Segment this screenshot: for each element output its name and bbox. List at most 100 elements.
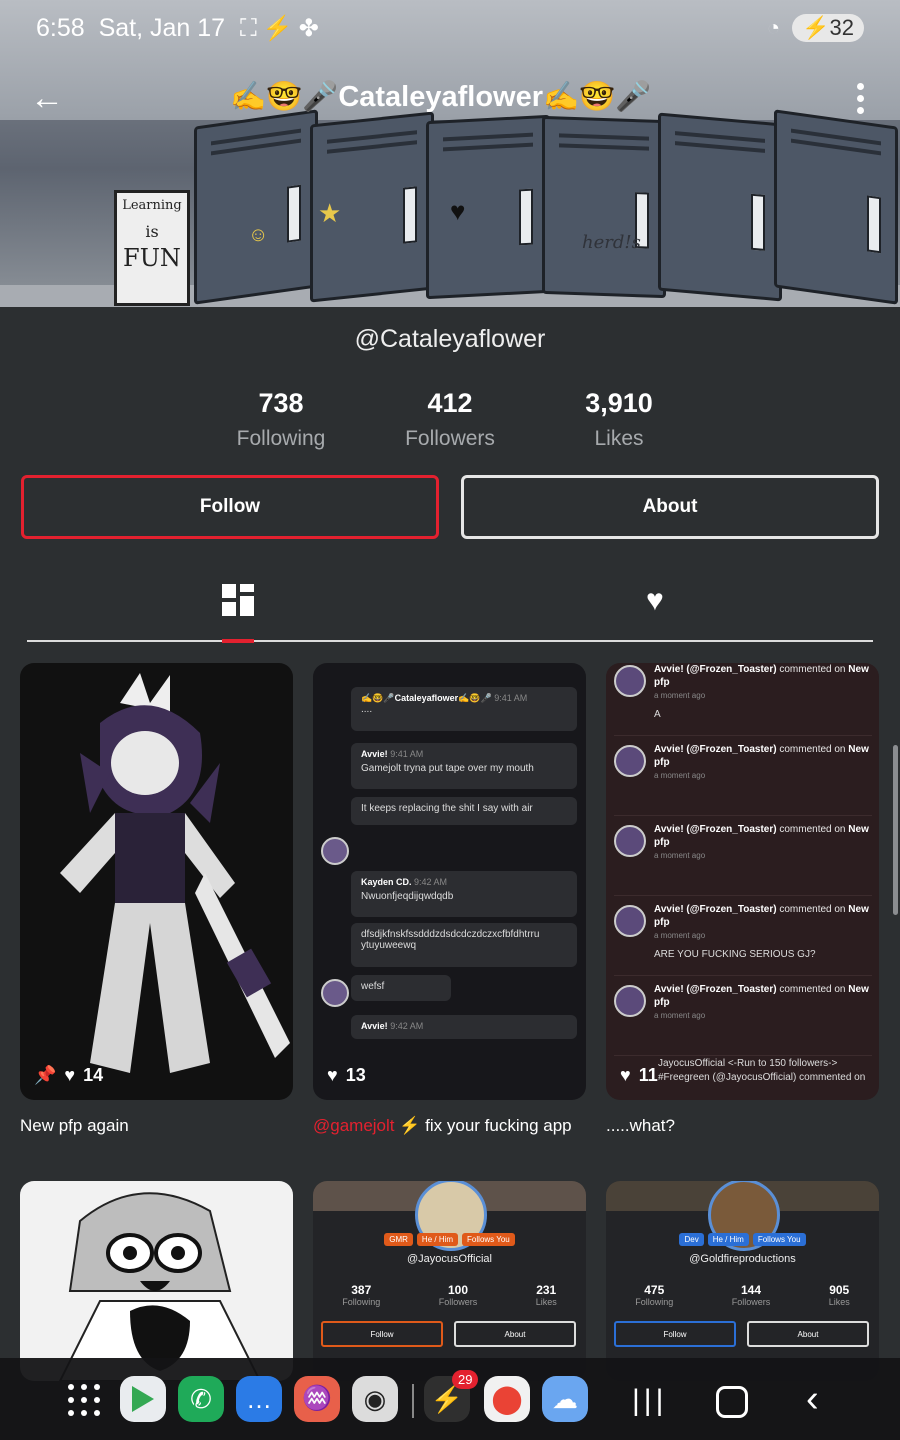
mini-stat-value: 905 — [829, 1283, 850, 1297]
active-tab-indicator — [222, 639, 254, 643]
messages-icon[interactable]: … — [236, 1376, 282, 1422]
chat-avatar — [321, 979, 349, 1007]
status-time: 6:58 Sat, Jan 17 — [36, 14, 225, 43]
app-drawer-icon[interactable] — [68, 1384, 100, 1416]
tag-badge: He / Him — [416, 1233, 459, 1246]
banner-board: Learning is FUN — [114, 190, 190, 306]
post-card-4[interactable] — [20, 1181, 293, 1381]
status-date: Sat, Jan 17 — [98, 14, 226, 42]
voice-recorder-icon[interactable]: ♒ — [294, 1376, 340, 1422]
chat-text: .... — [361, 704, 373, 715]
tab-divider — [27, 640, 873, 642]
camera-icon[interactable]: ◉ — [352, 1376, 398, 1422]
tag-badge: GMR — [384, 1233, 413, 1246]
mini-profile-name: @Goldfireproductions — [689, 1253, 796, 1265]
battery-indicator: ⚡32 — [792, 14, 864, 42]
notification-user: Avvie! (@Frozen_Toaster) — [654, 664, 777, 675]
pin-icon: 📌 — [34, 1065, 57, 1085]
phone-icon[interactable]: ✆ — [178, 1376, 224, 1422]
banner-locker — [542, 115, 666, 299]
status-right: ◔ ⚡32 — [767, 14, 864, 42]
chat-text: Nwuonfjeqdijqwdqdb — [361, 891, 454, 902]
more-options-icon[interactable] — [848, 80, 872, 116]
weather-icon[interactable]: ☁ — [542, 1376, 588, 1422]
post-2-mention[interactable]: @gamejolt — [313, 1116, 395, 1135]
chat-avatar — [321, 837, 349, 865]
post-1-likes: 📌 ♥ 14 — [34, 1065, 103, 1086]
about-button[interactable]: About — [461, 475, 879, 539]
stat-followers-value: 412 — [427, 388, 473, 418]
back-arrow-icon[interactable]: ← — [30, 80, 66, 116]
chat-message: Avvie! 9:41 AM Gamejolt tryna put tape o… — [351, 743, 577, 789]
post-3-likes: ♥ 11 — [620, 1065, 658, 1086]
scrollbar[interactable] — [893, 745, 898, 915]
mini-profile-stats: 475 Following 144 Followers 905 Likes — [606, 1283, 879, 1307]
notification-item: Avvie! (@Frozen_Toaster) commented on Ne… — [614, 903, 872, 976]
mini-stat-label: Likes — [535, 1297, 557, 1307]
chat-time: 9:42 AM — [414, 877, 448, 887]
chat-message: dfsdjkfnskfssdddzdsdcdczdczxcfbfdhtrru y… — [351, 923, 577, 967]
heart-icon: ♥ — [620, 1065, 631, 1085]
mini-about-button: About — [454, 1321, 576, 1347]
board-line-2: is — [145, 222, 159, 241]
mini-about-button: About — [747, 1321, 869, 1347]
banner-locker — [658, 112, 782, 302]
home-icon[interactable] — [716, 1386, 748, 1418]
star-doodle-icon: ★ — [318, 198, 342, 228]
mini-stat-label: Following — [342, 1297, 381, 1307]
post-1-caption[interactable]: New pfp again — [20, 1114, 293, 1138]
notification-reply: ARE YOU FUCKING SERIOUS GJ? — [654, 949, 816, 960]
post-3-like-count: 11 — [638, 1065, 658, 1085]
stat-following-value: 738 — [258, 388, 304, 418]
posts-grid-tab-icon[interactable] — [222, 584, 254, 616]
mini-stat-label: Followers — [731, 1297, 771, 1307]
maps-icon[interactable]: ⬤ — [484, 1376, 530, 1422]
board-line-1: Learning — [122, 198, 182, 213]
chat-sender: Avvie! — [361, 749, 388, 759]
notification-time: a moment ago — [654, 851, 706, 860]
liked-posts-tab-heart-icon[interactable]: ♥ — [646, 586, 664, 616]
post-2-likes: ♥ 13 — [327, 1065, 366, 1086]
notification-avatar — [614, 985, 646, 1017]
chat-message: Kayden CD. 9:42 AM Nwuonfjeqdijqwdqdb — [351, 871, 577, 917]
stat-likes-label: Likes — [594, 427, 644, 450]
chat-text: Gamejolt tryna put tape over my mouth — [361, 763, 534, 774]
mini-stat-value: 231 — [536, 1283, 557, 1297]
post-card-3[interactable]: Avvie! (@Frozen_Toaster) commented on Ne… — [606, 663, 879, 1100]
nav-back-icon[interactable]: ‹ — [806, 1378, 819, 1421]
post-card-1[interactable]: 📌 ♥ 14 — [20, 663, 293, 1100]
chat-message: ✍️🤓🎤Cataleyaflower✍️🤓🎤 9:41 AM .... — [351, 687, 577, 731]
play-store-icon[interactable] — [120, 1376, 166, 1422]
mini-stat-value: 387 — [351, 1283, 372, 1297]
notification-time: a moment ago — [654, 1011, 706, 1020]
heart-icon: ♥ — [327, 1065, 338, 1085]
mini-profile-tags: Dev He / Him Follows You — [606, 1233, 879, 1246]
mini-profile-card-goldfire[interactable]: Dev He / Him Follows You @Goldfireproduc… — [606, 1181, 879, 1381]
notification-badge: 29 — [452, 1370, 479, 1389]
post-card-2[interactable]: ✍️🤓🎤Cataleyaflower✍️🤓🎤 9:41 AM .... Avvi… — [313, 663, 586, 1100]
post-2-caption[interactable]: @gamejolt ⚡ fix your fucking app — [313, 1114, 586, 1138]
chat-message: wefsf — [351, 975, 451, 1001]
mini-stat-label: Likes — [828, 1297, 850, 1307]
notification-avatar — [614, 665, 646, 697]
post-3-caption[interactable]: .....what? — [606, 1114, 879, 1138]
chat-message: It keeps replacing the shit I say with a… — [351, 797, 577, 825]
profile-title: ✍️🤓🎤Cataleyaflower✍️🤓🎤 — [230, 81, 652, 113]
notification-user: Avvie! (@Frozen_Toaster) — [654, 904, 777, 915]
stat-following[interactable]: 738 Following — [196, 388, 366, 451]
notification-action: commented on — [779, 984, 846, 995]
notification-item: Avvie! (@Frozen_Toaster) commented on Ne… — [614, 743, 872, 816]
heart-icon: ♥ — [64, 1065, 76, 1085]
mini-profile-tags: GMR He / Him Follows You — [313, 1233, 586, 1246]
mini-profile-card-jayocus[interactable]: GMR He / Him Follows You @JayocusOfficia… — [313, 1181, 586, 1381]
mini-profile-name: @JayocusOfficial — [407, 1253, 492, 1265]
status-clock: 6:58 — [36, 14, 85, 42]
recent-apps-icon[interactable]: ||| — [632, 1384, 667, 1418]
stat-followers[interactable]: 412 Followers — [365, 388, 535, 451]
tag-badge: Dev — [679, 1233, 704, 1246]
follow-button[interactable]: Follow — [21, 475, 439, 539]
stat-likes: 3,910 Likes — [534, 388, 704, 451]
notification-action: commented on — [779, 824, 846, 835]
notification-time: a moment ago — [654, 691, 706, 700]
stat-likes-value: 3,910 — [585, 388, 653, 418]
